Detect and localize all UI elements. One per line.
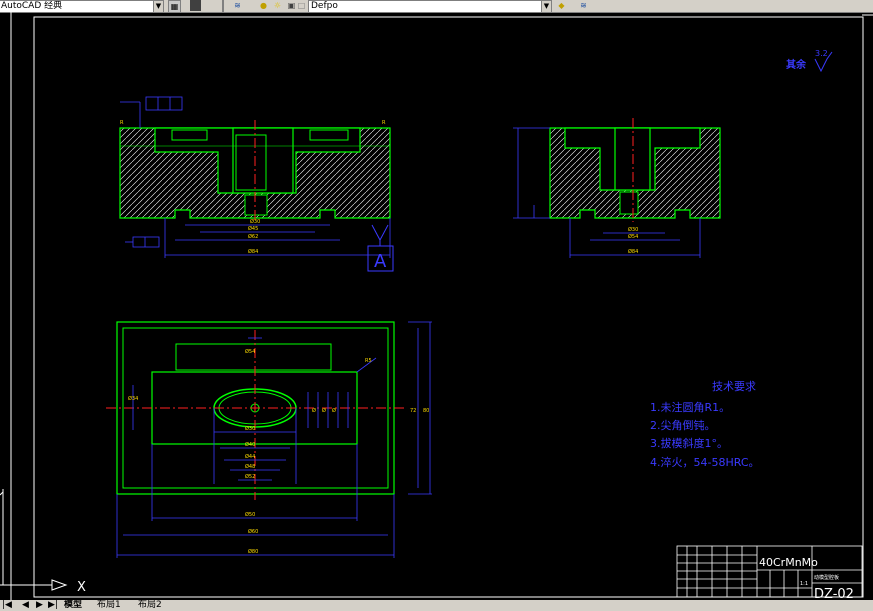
tech-note-3: 3.拔模斜度1°。 [650,436,728,450]
toolbar-separator [222,0,224,12]
svg-text:Ø60: Ø60 [248,528,258,535]
chevron-down-icon[interactable]: ▼ [153,1,163,12]
front-section-view: Ø30 Ø45 Ø62 Ø84 R R A [119,96,394,272]
tab-layout2[interactable]: 布局2 [138,600,162,611]
drawing-frame [10,12,873,600]
svg-text:Ø48: Ø48 [245,463,255,470]
roughness-label: 其余 [786,58,807,71]
tech-note-1: 1.未注圆角R1。 [650,400,730,414]
tab-layout1[interactable]: 布局1 [97,600,121,611]
side-section-view: Ø30 Ø54 Ø84 [513,118,721,258]
svg-text:Ø84: Ø84 [628,248,638,255]
layer-previous-icon[interactable]: ≋ [578,0,589,11]
light-bulb-icon[interactable]: ● [258,0,269,11]
title-block: 40CrMnMo 动模型腔板 1:1 DZ-02 [676,545,863,600]
tab-nav-prev-icon[interactable]: ◀ [22,600,29,611]
drawing-canvas[interactable]: 其余 3.2 Ø30 Ø45 Ø62 Ø84 R R A Ø30 Ø54 Ø84… [0,12,873,600]
svg-text:Ø: Ø [312,407,316,414]
roughness-value: 3.2 [815,49,828,58]
make-current-icon[interactable]: ◆ [556,0,567,11]
section-label: A [374,251,387,272]
technical-requirements: 技术要求 1.未注圆角R1。 2.尖角倒钝。 3.拔模斜度1°。 4.淬火，54… [650,380,760,469]
tab-model[interactable]: 模型 [64,600,82,611]
ucs-icon [0,489,68,591]
tech-title: 技术要求 [712,380,756,393]
workspace-value: AutoCAD 经典 [1,1,63,11]
material-label: 40CrMnMo [759,556,818,569]
tech-note-4: 4.淬火，54-58HRC。 [650,455,760,469]
svg-text:Ø62: Ø62 [248,233,258,240]
svg-text:Ø50: Ø50 [245,511,255,518]
drawing-number: DZ-02 [814,587,854,600]
svg-text:Ø: Ø [322,407,326,414]
svg-text:72: 72 [410,408,416,414]
plan-view: Ø54 R5 Ø50 Ø60 Ø80 Ø30 Ø40 Ø44 Ø48 Ø52 8… [106,321,432,558]
tab-nav-next-icon[interactable]: ▶ [36,600,43,611]
sun-icon[interactable]: ☼ [272,0,283,11]
svg-text:Ø54: Ø54 [245,348,255,355]
layer-manager-icon[interactable]: ≋ [232,0,243,11]
tech-note-2: 2.尖角倒钝。 [650,418,716,432]
chevron-down-icon[interactable]: ▼ [541,1,551,12]
svg-text:Ø80: Ø80 [248,548,258,555]
svg-text:Ø54: Ø54 [628,233,638,240]
svg-text:Ø30: Ø30 [628,226,638,233]
tab-nav-last-icon[interactable]: ▶| [48,600,58,611]
svg-text:Ø: Ø [332,407,336,414]
svg-text:Ø30: Ø30 [250,218,260,225]
svg-text:R: R [120,120,124,126]
svg-text:Ø45: Ø45 [248,225,258,232]
lock-icon[interactable] [190,0,201,11]
layout-tabs: |◀ ◀ ▶ ▶| 模型 布局1 布局2 [0,600,873,611]
svg-text:R5: R5 [365,358,372,364]
svg-text:R: R [382,120,386,126]
svg-text:Ø40: Ø40 [245,441,255,448]
part-name: 动模型腔板 [814,574,839,581]
svg-text:Ø84: Ø84 [248,248,258,255]
color-swatch-icon[interactable]: □ [296,0,307,11]
svg-text:Ø30: Ø30 [245,425,255,432]
roughness-symbol: 其余 3.2 [786,49,833,73]
layer-value: Defpo [311,1,338,11]
scale-value: 1:1 [800,581,808,587]
tab-nav-first-icon[interactable]: |◀ [2,600,12,611]
svg-text:Ø52: Ø52 [245,473,255,480]
svg-text:Ø34: Ø34 [128,395,138,402]
ucs-x-label: X [77,580,86,595]
svg-text:Ø44: Ø44 [245,453,255,460]
svg-text:80: 80 [423,408,429,414]
